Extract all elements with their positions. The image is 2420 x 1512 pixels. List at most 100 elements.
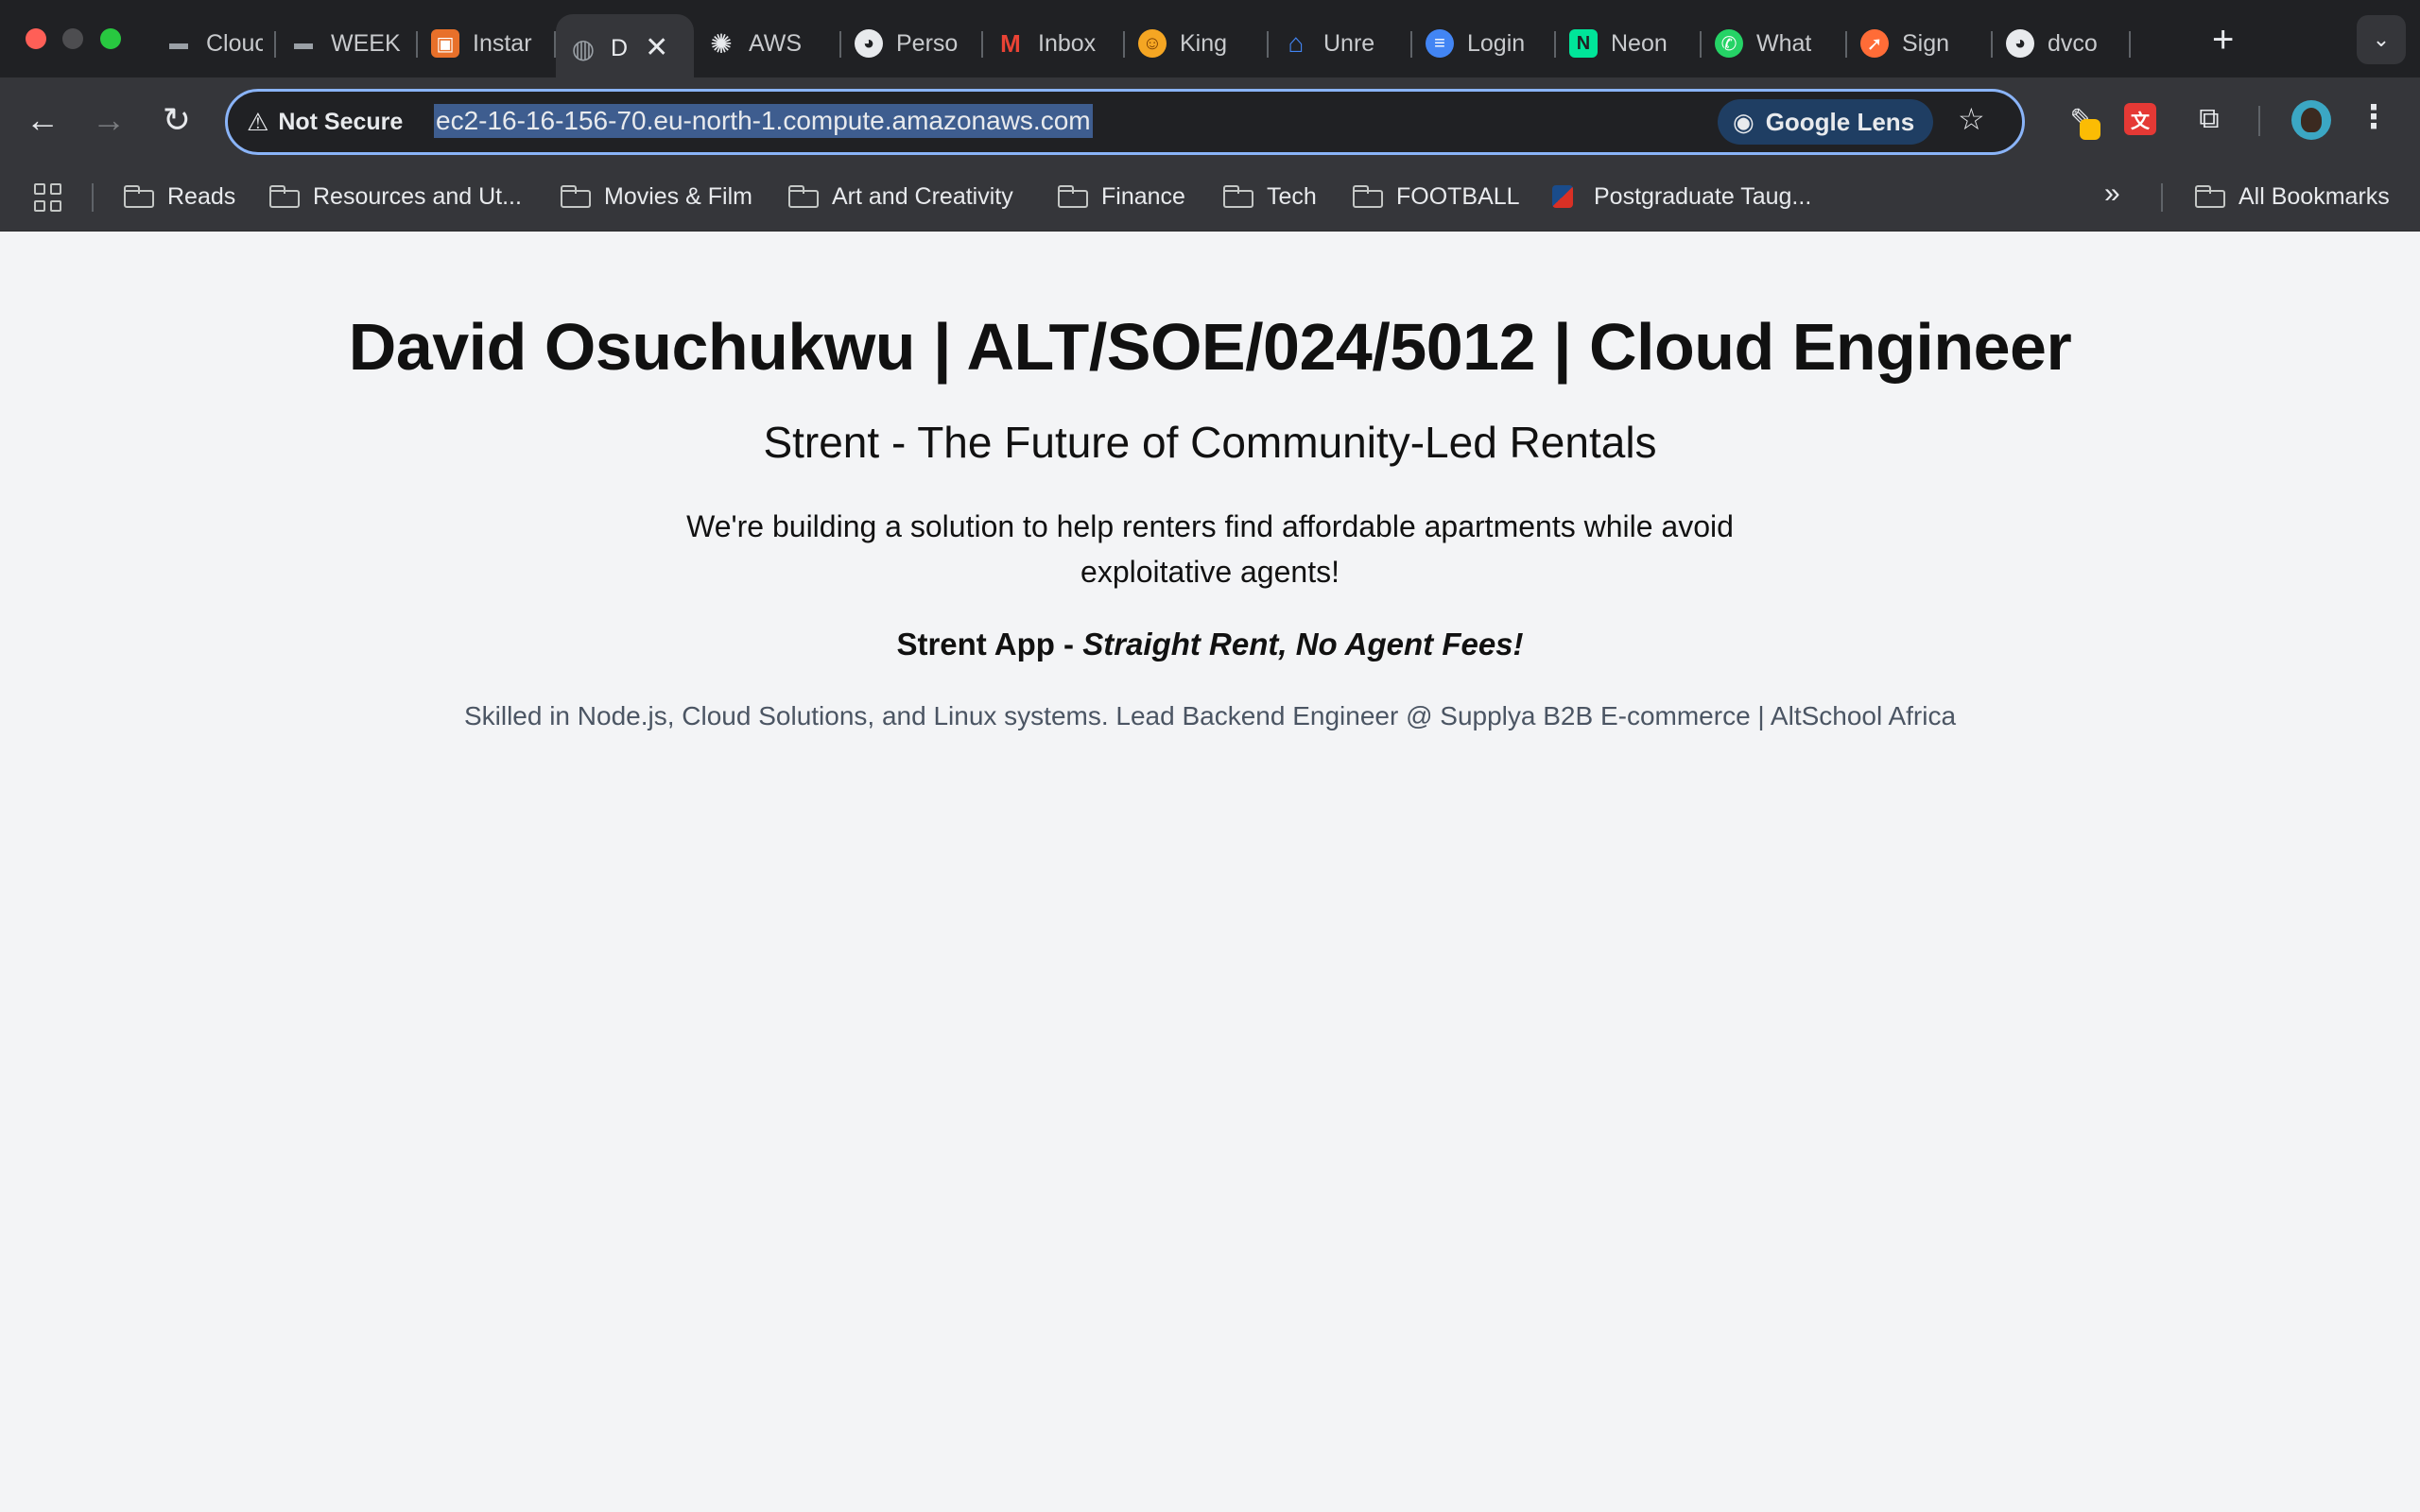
tab-title: What <box>1756 29 1812 57</box>
address-bar[interactable]: ⚠ Not Secure ec2-16-16-156-70.eu-north-1… <box>225 89 2025 155</box>
forward-button[interactable]: → <box>87 98 130 142</box>
bookmark-folder[interactable]: FOOTBALL <box>1353 178 1520 215</box>
tab[interactable]: ⌂ Unre <box>1269 14 1412 73</box>
bookmarks-divider <box>92 183 94 212</box>
reload-button[interactable]: ↻ <box>155 98 199 142</box>
tab[interactable]: ▬ Clouc <box>151 14 276 73</box>
more-bookmarks-chevron-icon[interactable]: » <box>2104 178 2120 210</box>
folder-icon <box>124 185 154 208</box>
all-bookmarks-label: All Bookmarks <box>2238 182 2390 210</box>
bookmark-label: Reads <box>167 182 236 210</box>
site-favicon-icon <box>1552 185 1573 208</box>
apps-grid-icon[interactable] <box>34 183 62 212</box>
folder-icon <box>1058 185 1088 208</box>
github-icon: ◕ <box>855 29 883 58</box>
all-bookmarks-button[interactable]: All Bookmarks <box>2195 178 2390 215</box>
toolbar: ← → ↻ ⚠ Not Secure ec2-16-16-156-70.eu-n… <box>0 77 2420 164</box>
tab[interactable]: ◕ dvco <box>1993 14 2131 73</box>
close-window-button[interactable] <box>26 28 46 49</box>
bookmark-star-icon[interactable]: ☆ <box>1958 101 1985 137</box>
tab[interactable]: ▣ Instar <box>418 14 556 73</box>
bookmark-folder[interactable]: Resources and Ut... <box>269 178 522 215</box>
extensions-puzzle-icon[interactable]: ⧉ <box>2188 98 2230 140</box>
tab[interactable]: ✺ AWS <box>694 14 841 73</box>
bookmarks-divider <box>2161 183 2163 212</box>
page-heading: David Osuchukwu | ALT/SOE/024/5012 | Clo… <box>348 310 2072 384</box>
maximize-window-button[interactable] <box>100 28 121 49</box>
folder-tab-icon: ▬ <box>169 32 188 54</box>
aws-console-icon: ▣ <box>431 29 459 58</box>
tab[interactable]: N Neon <box>1556 14 1702 73</box>
folder-icon <box>561 185 591 208</box>
bookmark-folder[interactable]: Finance <box>1058 178 1185 215</box>
tab[interactable]: M Inbox <box>983 14 1125 73</box>
bookmark-label: Postgraduate Taug... <box>1594 182 1812 210</box>
web-page: David Osuchukwu | ALT/SOE/024/5012 | Clo… <box>0 232 2420 1512</box>
bookmark-label: Movies & Film <box>604 182 752 210</box>
mail-icon: ⌂ <box>1288 28 1305 58</box>
tab[interactable]: ◕ Perso <box>841 14 983 73</box>
extension-translate-icon[interactable]: 文 <box>2119 98 2161 140</box>
app-tagline: Straight Rent, No Agent Fees! <box>1082 627 1524 662</box>
bookmark-folder[interactable]: Movies & Film <box>561 178 752 215</box>
google-lens-button[interactable]: ◉ Google Lens <box>1718 99 1934 145</box>
folder-icon <box>2195 185 2225 208</box>
bookmark-label: Finance <box>1101 182 1185 210</box>
new-tab-button[interactable]: + <box>2212 21 2234 59</box>
google-lens-label: Google Lens <box>1765 107 1915 136</box>
postman-icon: ➚ <box>1860 29 1889 58</box>
bookmark-link[interactable]: Postgraduate Taug... <box>1552 178 1811 215</box>
folder-icon <box>1223 185 1253 208</box>
url-text[interactable]: ec2-16-16-156-70.eu-north-1.compute.amaz… <box>434 104 1093 138</box>
tab-active[interactable]: ◍ D ✕ <box>556 14 694 82</box>
tab-title: Sign <box>1902 29 1950 57</box>
bookmark-label: Art and Creativity <box>832 182 1013 210</box>
globe-icon: ◍ <box>571 33 596 63</box>
chatgpt-icon: ✺ <box>710 28 733 59</box>
tab-search-button[interactable]: ⌄ <box>2357 15 2406 64</box>
browser-chrome: ▬ Clouc ▬ WEEK ▣ Instar ◍ D ✕ ✺ AWS ◕ Pe… <box>0 0 2420 232</box>
security-label: Not Secure <box>278 108 404 135</box>
tab-title: Perso <box>896 29 959 57</box>
back-button[interactable]: ← <box>21 98 64 142</box>
tab-title: Unre <box>1323 29 1375 57</box>
tab[interactable]: ≡ Login <box>1412 14 1556 73</box>
tab-title: Instar <box>473 29 532 57</box>
translate-icon: 文 <box>2124 103 2156 135</box>
bookmark-folder[interactable]: Reads <box>124 178 235 215</box>
extension-pencil-icon[interactable]: ✎ <box>2061 98 2102 140</box>
tab-title: dvco <box>2048 29 2098 57</box>
skills-text: Skilled in Node.js, Cloud Solutions, and… <box>463 701 1957 730</box>
site-info-button[interactable]: ⚠ Not Secure <box>247 92 403 152</box>
tab-title: Neon <box>1611 29 1668 57</box>
tab[interactable]: ➚ Sign <box>1847 14 1993 73</box>
bookmark-label: FOOTBALL <box>1396 182 1520 210</box>
gmail-icon: M <box>1000 28 1021 58</box>
app-name: Strent App - <box>896 627 1083 662</box>
tab[interactable]: ✆ What <box>1702 14 1847 73</box>
bookmark-folder[interactable]: Tech <box>1223 178 1317 215</box>
tab-list: ▬ Clouc ▬ WEEK ▣ Instar ◍ D ✕ ✺ AWS ◕ Pe… <box>151 9 2131 82</box>
more-menu-icon[interactable]: ⋮ <box>2358 98 2390 136</box>
globe-stripes-icon: ≡ <box>1426 29 1454 58</box>
profile-avatar[interactable] <box>2291 100 2331 140</box>
folder-icon <box>788 185 819 208</box>
tab-title: Login <box>1467 29 1526 57</box>
lens-icon: ◉ <box>1733 107 1754 136</box>
folder-tab-icon: ▬ <box>294 32 313 54</box>
tab-title: D <box>611 34 629 61</box>
tab-strip: ▬ Clouc ▬ WEEK ▣ Instar ◍ D ✕ ✺ AWS ◕ Pe… <box>0 0 2420 82</box>
github-icon: ◕ <box>2006 29 2034 58</box>
whatsapp-icon: ✆ <box>1715 29 1743 58</box>
app-tagline-line: Strent App - Straight Rent, No Agent Fee… <box>0 627 2420 662</box>
king-icon: ☺ <box>1138 29 1167 58</box>
tab-title: Inbox <box>1038 29 1097 57</box>
tab[interactable]: ▬ WEEK <box>276 14 418 73</box>
tab-title: AWS <box>749 29 803 57</box>
tab[interactable]: ☺ King <box>1125 14 1269 73</box>
bookmark-label: Resources and Ut... <box>313 182 522 210</box>
bookmark-folder[interactable]: Art and Creativity <box>788 178 1013 215</box>
close-tab-icon[interactable]: ✕ <box>645 34 668 62</box>
tab-title: WEEK <box>331 29 401 57</box>
minimize-window-button[interactable] <box>62 28 83 49</box>
